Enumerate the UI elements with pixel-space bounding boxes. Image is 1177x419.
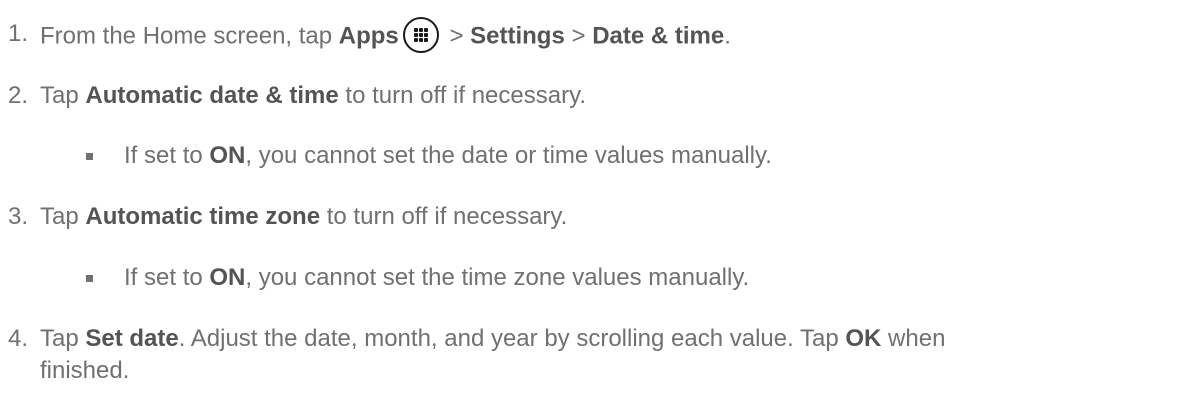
bullet-text: If set to ON, you cannot set the time zo… [124,263,749,293]
automatic-date-time-label: Automatic date & time [85,82,339,109]
text-run: Tap [40,203,86,230]
automatic-time-zone-label: Automatic time zone [85,203,321,230]
text-run: to turn off if necessary. [320,203,568,230]
text-run: , you cannot set the time zone values ma… [245,264,750,291]
step-text: From the Home screen, tap Apps > Setting… [40,17,731,55]
apps-grid-icon [402,17,439,53]
set-date-label: Set date [85,325,179,352]
step-number: 3. [8,203,29,230]
step-text: finished. [40,356,129,386]
step-text: Tap Automatic time zone to turn off if n… [40,202,567,232]
ok-label: OK [845,325,882,352]
text-run: > [564,22,593,50]
text-run: Tap [40,325,86,352]
text-run: If set to [124,142,210,169]
text-run: If set to [124,264,210,291]
step-text: Tap Set date. Adjust the date, month, an… [40,324,945,354]
step-number: 4. [8,325,29,352]
text-run: finished. [40,357,130,384]
text-run: when [881,325,946,352]
step-number: 2. [8,82,29,109]
step-number: 1. [8,20,29,47]
bullet-icon [86,153,93,160]
text-run: Tap [40,82,86,109]
on-label: ON [209,264,246,291]
text-run: > [442,22,471,50]
text-run: From the Home screen, tap [40,22,339,50]
text-run: to turn off if necessary. [338,82,586,109]
apps-label: Apps [338,22,399,50]
date-time-label: Date & time [592,22,725,50]
on-label: ON [209,142,246,169]
bullet-text: If set to ON, you cannot set the date or… [124,141,772,171]
step-text: Tap Automatic date & time to turn off if… [40,81,586,111]
text-run: . [724,22,731,50]
text-run: , you cannot set the date or time values… [245,142,772,169]
bullet-icon [86,275,93,282]
text-run: . Adjust the date, month, and year by sc… [178,325,846,352]
settings-label: Settings [470,22,565,50]
